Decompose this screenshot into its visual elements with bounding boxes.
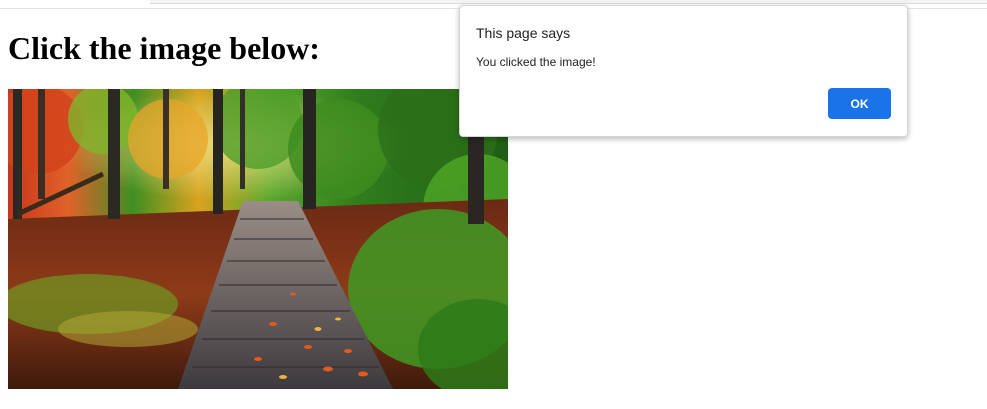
alert-dialog: This page says You clicked the image! OK [459,5,908,137]
ok-button[interactable]: OK [828,88,891,119]
alert-title: This page says [476,25,571,41]
page-heading: Click the image below: [8,30,320,66]
browser-chrome-edge [150,0,987,4]
forest-boardwalk-image[interactable] [8,89,508,389]
alert-message: You clicked the image! [476,55,596,69]
